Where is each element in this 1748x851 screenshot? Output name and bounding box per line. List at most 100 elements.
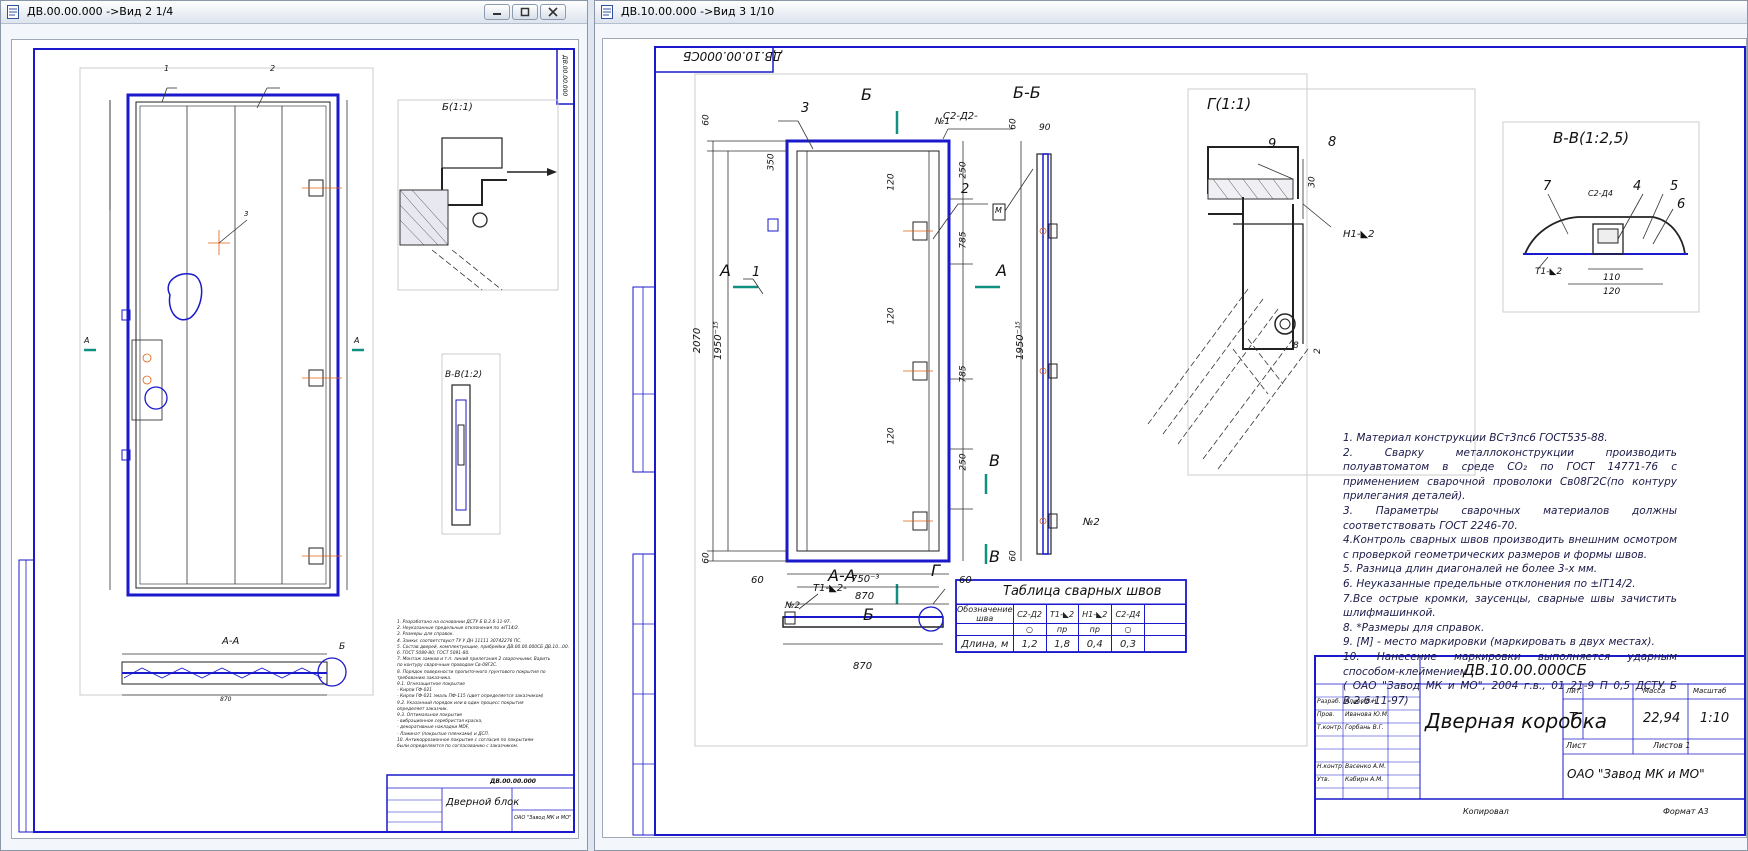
title-block-name: Дверная коробка [1425, 709, 1608, 733]
position-label-5: 5 [1670, 179, 1679, 194]
window-titlebar[interactable]: ДВ.10.00.000 ->Вид 3 1/10 [595, 1, 1747, 24]
position-label-1: 1 [752, 265, 761, 280]
dim-785-b: 785 [958, 365, 969, 383]
rotated-sheet-code-left: ДВ.00.00.000 [561, 55, 568, 97]
dim-750: 750⁻³ [851, 574, 880, 585]
table-row: Длина, м 1,2 1,8 0,4 0,3 [956, 635, 1186, 653]
title-block-org-left: ОАО "Завод МК и МО" [514, 815, 572, 821]
dim-120: 120 [1603, 287, 1621, 297]
title-block-role: Разраб. [1317, 698, 1341, 705]
minimize-icon [493, 13, 501, 15]
maximize-button[interactable] [512, 4, 538, 20]
position-label-9: 9 [1268, 137, 1277, 152]
dim-60-side-top: 60 [1008, 118, 1019, 130]
dim-350: 350 [766, 153, 777, 171]
drawing-canvas-right[interactable]: ДВ.10.00.000СБ Б Б А А В В Б-Б Г(1:1) В-… [602, 38, 1747, 838]
title-block-org: ОАО "Завод МК и МО" [1567, 767, 1705, 781]
maximize-icon [520, 7, 530, 17]
position-label-7: 7 [1543, 179, 1552, 194]
rotated-sheet-code-right: ДВ.10.00.000СБ [683, 49, 783, 63]
section-mark-a-left: А [720, 261, 731, 280]
document-icon [7, 5, 19, 19]
title-block-format: Формат А3 [1663, 807, 1709, 816]
technical-notes-left: 1. Разработано на основании ДСТУ Б В.2.6… [397, 620, 570, 750]
title-block-copied: Копировал [1463, 807, 1509, 816]
table-row: ○ пр пр ○ [956, 623, 1186, 636]
dim-60-bottom: 60 [701, 552, 712, 564]
title-block-person: Алиев В.Н. [1345, 698, 1379, 705]
dim-60-side-bottom: 60 [1008, 550, 1019, 562]
position-label-2: 2 [270, 64, 276, 73]
close-button[interactable] [540, 4, 566, 20]
section-mark-a-right: А [354, 336, 360, 345]
dim-110: 110 [1603, 273, 1621, 283]
view-vv-title: В-В(1:2,5) [1553, 129, 1630, 147]
table-row: Обозначение шва С2-Д2 Т1-◣2 Н1-◣2 С2-Д4 [956, 604, 1186, 624]
detail-mark-g: Г [931, 561, 940, 580]
position-label-6: 6 [1677, 197, 1686, 212]
title-block-sheet: Лист [1566, 741, 1587, 750]
dim-120-b: 120 [886, 307, 897, 325]
title-block-code: ДВ.10.00.000СБ [1463, 661, 1587, 679]
title-block-role: Т.контр. [1317, 724, 1344, 731]
section-mark-a-left: А [84, 336, 90, 345]
title-block-role: Н.контр. [1317, 763, 1344, 770]
marking-n2-section: №2 [785, 601, 801, 611]
position-label-1: 1 [164, 64, 170, 73]
close-icon [548, 7, 558, 17]
dim-250-top: 250 [958, 161, 969, 179]
dim-250-bottom: 250 [958, 453, 969, 471]
dim-60-bl: 60 [751, 575, 764, 586]
title-block-mass: 22,94 [1643, 711, 1681, 726]
window-title: ДВ.10.00.000 ->Вид 3 1/10 [621, 5, 775, 18]
dim-2: 2 [1312, 348, 1323, 354]
title-block-sheets: Листов 1 [1653, 741, 1691, 750]
section-vv-title: В-В(1:2) [445, 370, 483, 380]
section-aa-dim-870: 870 [220, 696, 232, 703]
section-mark-b-bottom: Б [863, 605, 874, 624]
dim-120-a: 120 [886, 173, 897, 191]
dim-870-section: 870 [853, 661, 873, 672]
document-icon [601, 5, 613, 19]
drawing-window-left[interactable]: ДВ.00.00.000 ->Вид 2 1/4 1 2 3 А А Б(1:1… [0, 0, 588, 851]
title-block-person: Васенко А.М. [1345, 763, 1387, 770]
minimize-button[interactable] [484, 4, 510, 20]
window-titlebar[interactable]: ДВ.00.00.000 ->Вид 2 1/4 [1, 1, 587, 24]
weld-mark-t1-detail: Т1-◣2 [1535, 267, 1563, 277]
dim-30: 30 [1307, 176, 1318, 188]
title-block-person: Иванова Ю.М. [1345, 711, 1389, 718]
dim-8: 8 [1293, 341, 1299, 351]
title-block-hdr-lit: Лит. [1566, 687, 1583, 695]
position-label-2: 2 [961, 182, 970, 197]
section-aa-title: А-А [222, 636, 240, 647]
title-block-scale: 1:10 [1700, 711, 1730, 726]
title-block-role: Утв. [1317, 776, 1330, 783]
drawing-window-right[interactable]: ДВ.10.00.000 ->Вид 3 1/10 ДВ.10.00.000СБ… [594, 0, 1748, 851]
title-block-code-left: ДВ.00.00.000 [490, 778, 536, 785]
dim-60-br: 60 [959, 575, 972, 586]
dim-2070: 2070 [692, 327, 704, 354]
weld-mark-c2d2: С2-Д2- [943, 111, 978, 122]
window-title: ДВ.00.00.000 ->Вид 2 1/4 [27, 5, 174, 18]
title-block-person: Горбань В.Г. [1345, 724, 1384, 731]
weld-table: Обозначение шва С2-Д2 Т1-◣2 Н1-◣2 С2-Д4 … [956, 604, 1186, 653]
position-label-3: 3 [244, 210, 249, 218]
position-label-4: 4 [1633, 179, 1642, 194]
weld-table-title: Таблица сварных швов [1003, 584, 1162, 599]
dim-870: 870 [855, 591, 875, 602]
dim-60-top: 60 [701, 114, 712, 126]
section-mark-a-right: А [996, 261, 1007, 280]
section-mark-v-bottom: В [989, 547, 1000, 566]
title-block-name-left: Дверной блок [446, 797, 520, 808]
title-block-hdr-scale: Масштаб [1693, 687, 1727, 695]
weld-mark-c2d4: С2-Д4 [1588, 189, 1613, 198]
section-mark-b-top: Б [861, 85, 872, 104]
section-mark-v-top: В [989, 451, 1000, 470]
weld-mark-h1: Н1-◣2 [1343, 229, 1375, 240]
dim-785-a: 785 [958, 231, 969, 249]
title-block-lit: Т [1569, 711, 1577, 726]
drawing-canvas-left[interactable]: 1 2 3 А А Б(1:1) В-В(1:2) А-А 870 Б ДВ.0… [11, 39, 579, 839]
dim-1950: 1950⁻¹⁵ [712, 321, 724, 360]
marking-box-m: М [995, 206, 1002, 215]
dim-1950-side: 1950⁻¹⁵ [1014, 321, 1026, 360]
